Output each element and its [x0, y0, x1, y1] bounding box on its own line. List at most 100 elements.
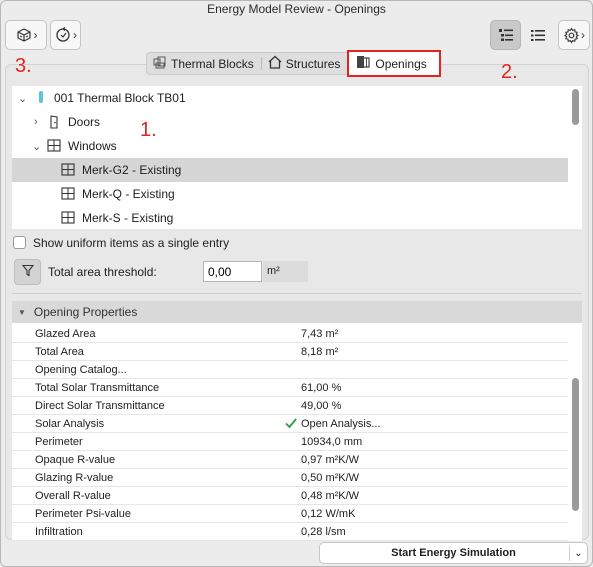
property-value: 8,18 m²: [301, 346, 339, 358]
window-title: Energy Model Review - Openings: [207, 2, 386, 16]
filter-button[interactable]: [14, 259, 41, 285]
tab-thermal-blocks[interactable]: Thermal Blocks: [147, 53, 261, 74]
property-name: Solar Analysis: [35, 418, 105, 430]
window-icon: [61, 187, 75, 203]
tree-label: Merk-S - Existing: [82, 211, 174, 225]
model-view-button[interactable]: ›: [5, 20, 47, 50]
property-row[interactable]: Total Solar Transmittance 61,00 %: [12, 379, 568, 397]
chevron-down-icon[interactable]: ⌄: [570, 548, 587, 559]
openings-tree: ⌄ 001 Thermal Block TB01 › Doors ⌄ Windo…: [12, 86, 582, 229]
uniform-items-checkbox[interactable]: [13, 236, 26, 249]
property-value: 0,97 m²K/W: [301, 454, 360, 466]
properties-scrollbar[interactable]: [572, 378, 579, 511]
tree-row-window-item[interactable]: Merk-G2 - Existing: [12, 158, 568, 182]
filter-funnel-icon: [21, 264, 34, 280]
detail-list-view-button[interactable]: [490, 20, 521, 50]
tree-row-thermal-block[interactable]: ⌄ 001 Thermal Block TB01: [12, 86, 568, 110]
disclosure-open-icon[interactable]: ⌄: [18, 92, 27, 105]
list-detail-icon: [497, 27, 515, 43]
window-icon: [61, 211, 75, 227]
property-value: 0,50 m²K/W: [301, 472, 360, 484]
property-value: 0,48 m²K/W: [301, 490, 360, 502]
collapse-triangle-icon[interactable]: ▼: [18, 308, 26, 317]
view-tabs: Thermal Blocks Structures Openings: [146, 50, 441, 77]
property-name: Perimeter: [35, 436, 83, 448]
checkmark-icon: [284, 416, 298, 433]
annotation-1: 1.: [140, 119, 157, 141]
property-value: 0,12 W/mK: [301, 508, 356, 520]
tab-openings[interactable]: Openings: [347, 50, 441, 77]
tab-structures[interactable]: Structures: [262, 53, 348, 74]
annotation-2: 2.: [501, 61, 518, 83]
window-icon: [47, 139, 61, 155]
property-name: Opening Catalog...: [35, 364, 127, 376]
property-value: 61,00 %: [301, 382, 342, 394]
property-value: 10934,0 mm: [301, 436, 363, 448]
thermal-blocks-icon: [153, 55, 171, 72]
property-row[interactable]: Perimeter 10934,0 mm: [12, 433, 568, 451]
tree-label: Merk-Q - Existing: [82, 187, 175, 201]
section-divider: [12, 293, 582, 294]
refresh-button[interactable]: ›: [50, 20, 81, 50]
tree-label: Windows: [68, 139, 117, 153]
property-row[interactable]: Solar Analysis Open Analysis...: [12, 415, 568, 433]
door-icon: [49, 115, 59, 132]
properties-header[interactable]: ▼ Opening Properties: [12, 301, 582, 323]
property-name: Perimeter Psi-value: [35, 508, 131, 520]
tree-row-window-item[interactable]: Merk-S - Existing: [12, 206, 568, 229]
chevron-right-icon: ›: [581, 28, 585, 42]
property-value: 49,00 %: [301, 400, 342, 412]
property-row[interactable]: Overall R-value 0,48 m²K/W: [12, 487, 568, 505]
chevron-right-icon: ›: [73, 28, 77, 42]
tree-row-doors[interactable]: › Doors: [12, 110, 568, 134]
tree-scrollbar[interactable]: [572, 89, 579, 125]
list-view-button[interactable]: [524, 20, 552, 50]
property-row[interactable]: Opening Catalog...: [12, 361, 568, 379]
property-row[interactable]: Perimeter Psi-value 0,12 W/mK: [12, 505, 568, 523]
tree-label: Merk-G2 - Existing: [82, 163, 182, 177]
window-icon: [61, 163, 75, 179]
property-row[interactable]: Infiltration 0,28 l/sm: [12, 523, 568, 541]
tree-row-window-item[interactable]: Merk-Q - Existing: [12, 182, 568, 206]
app-window: Energy Model Review - Openings › › › The…: [0, 0, 593, 567]
threshold-input[interactable]: [203, 261, 262, 282]
block-marker-icon: [39, 91, 44, 106]
property-name: Opaque R-value: [35, 454, 116, 466]
disclosure-closed-icon[interactable]: ›: [34, 116, 38, 128]
house-icon: [268, 55, 286, 72]
start-simulation-button[interactable]: Start Energy Simulation ⌄: [319, 542, 588, 564]
property-name: Total Area: [35, 346, 84, 358]
tree-row-windows[interactable]: ⌄ Windows: [12, 134, 568, 158]
chevron-right-icon: ›: [33, 28, 38, 42]
property-row[interactable]: Direct Solar Transmittance 49,00 %: [12, 397, 568, 415]
tab-label: Openings: [375, 56, 427, 71]
opening-properties-panel: ▼ Opening Properties Glazed Area 7,43 m² …: [12, 301, 582, 541]
start-simulation-label: Start Energy Simulation: [391, 547, 516, 559]
annotation-3: 3.: [15, 55, 32, 77]
tree-label: Doors: [68, 115, 101, 129]
threshold-label: Total area threshold:: [48, 265, 157, 279]
disclosure-open-icon[interactable]: ⌄: [32, 140, 41, 153]
property-name: Total Solar Transmittance: [35, 382, 160, 394]
property-value: 0,28 l/sm: [301, 526, 346, 538]
property-row[interactable]: Glazed Area 7,43 m²: [12, 325, 568, 343]
properties-title: Opening Properties: [33, 305, 138, 319]
property-name: Direct Solar Transmittance: [35, 400, 165, 412]
settings-button[interactable]: ›: [558, 20, 590, 50]
refresh-cycle-icon: [54, 26, 72, 44]
uniform-items-label: Show uniform items as a single entry: [33, 236, 230, 250]
gear-icon: [563, 26, 580, 44]
property-row[interactable]: Total Area 8,18 m²: [12, 343, 568, 361]
property-row[interactable]: Opaque R-value 0,97 m²K/W: [12, 451, 568, 469]
list-icon: [529, 27, 547, 43]
model-cube-icon: [15, 26, 33, 44]
tab-label: Structures: [285, 56, 341, 71]
door-window-icon: [355, 55, 375, 72]
property-name: Infiltration: [35, 526, 83, 538]
tab-label: Thermal Blocks: [171, 56, 254, 71]
property-name: Glazed Area: [35, 328, 96, 340]
open-analysis-link[interactable]: Open Analysis...: [301, 418, 381, 430]
property-row[interactable]: Glazing R-value 0,50 m²K/W: [12, 469, 568, 487]
property-name: Glazing R-value: [35, 472, 114, 484]
threshold-unit: m²: [263, 261, 308, 282]
